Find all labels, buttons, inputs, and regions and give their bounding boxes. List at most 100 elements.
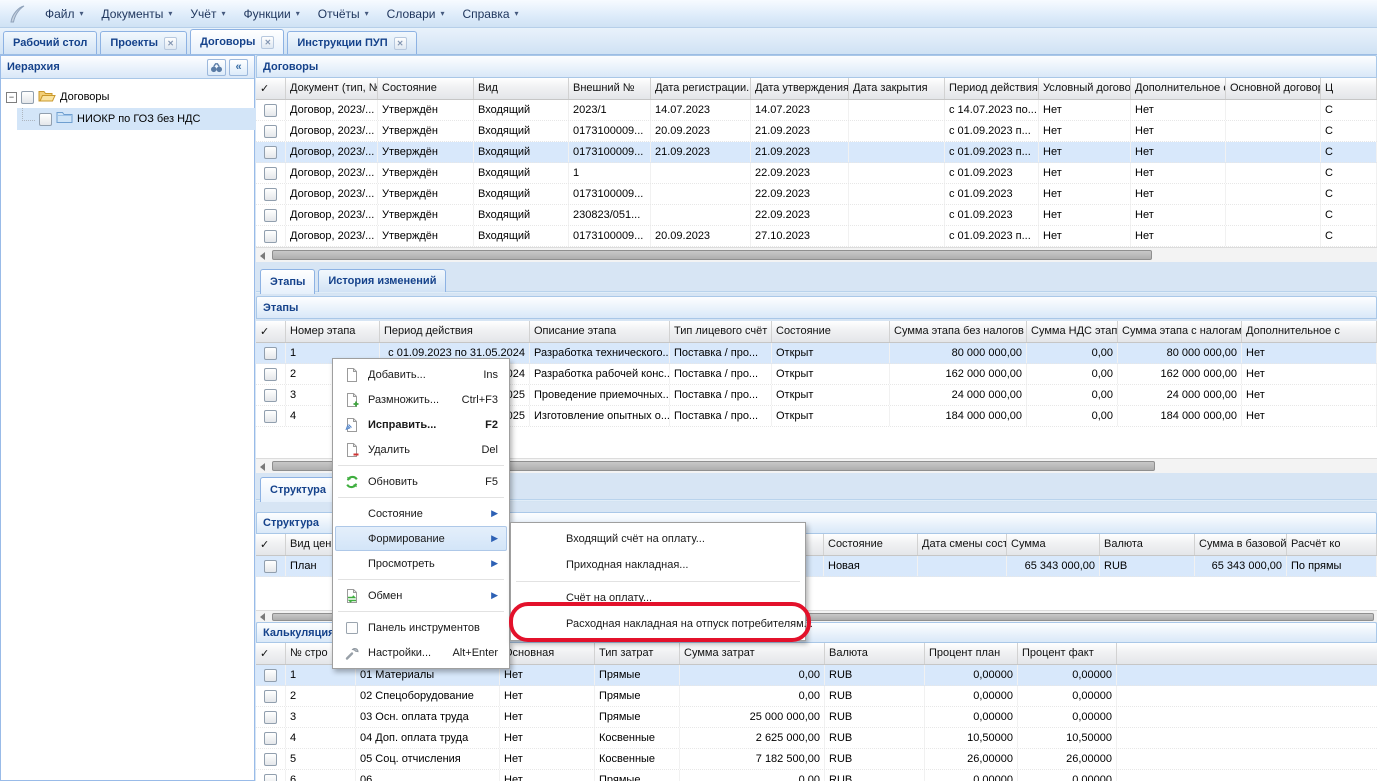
context-menu-item-9[interactable]: Просмотреть▶ xyxy=(335,551,507,576)
table-row[interactable]: Договор, 2023/...УтверждёнВходящий017310… xyxy=(256,184,1377,205)
search-button[interactable] xyxy=(207,59,226,76)
row-checkbox[interactable] xyxy=(264,104,277,117)
column-header[interactable]: ✓ xyxy=(256,643,286,664)
column-header[interactable]: Дата закрытия xyxy=(849,78,945,99)
column-header[interactable]: Сумма этапа без налогов xyxy=(890,321,1027,342)
row-checkbox[interactable] xyxy=(264,753,277,766)
table-row[interactable]: 505 Соц. отчисленияНетКосвенные7 182 500… xyxy=(256,749,1377,770)
column-header[interactable]: Тип затрат xyxy=(595,643,680,664)
tab-2[interactable]: Договоры✕ xyxy=(190,29,284,54)
column-header[interactable]: Дата регистрации. xyxy=(651,78,751,99)
tab-0[interactable]: Рабочий стол xyxy=(3,31,97,54)
column-header[interactable]: Сумма НДС этапа xyxy=(1027,321,1118,342)
column-header[interactable]: Дата смены состоя xyxy=(918,534,1007,555)
table-row[interactable]: Договор, 2023/...УтверждёнВходящий017310… xyxy=(256,226,1377,247)
column-header[interactable]: Вид xyxy=(474,78,569,99)
contracts-hscrollbar[interactable] xyxy=(256,247,1377,262)
context-menu-item-1[interactable]: Размножить...Ctrl+F3 xyxy=(335,387,507,412)
column-header[interactable]: Внешний № xyxy=(569,78,651,99)
context-menu-item-8[interactable]: Формирование▶ xyxy=(335,526,507,551)
column-header[interactable]: Сумма затрат xyxy=(680,643,825,664)
column-header[interactable]: Тип лицевого счёт xyxy=(670,321,772,342)
column-header[interactable]: ✓ xyxy=(256,321,286,342)
close-icon[interactable]: ✕ xyxy=(164,37,177,50)
column-header[interactable]: Процент план xyxy=(925,643,1018,664)
scroll-left-icon[interactable] xyxy=(260,463,265,471)
column-header[interactable]: Сумма в базовой в xyxy=(1195,534,1287,555)
column-header[interactable]: Дата утверждения xyxy=(751,78,849,99)
node-checkbox[interactable] xyxy=(21,91,34,104)
column-header[interactable]: Описание этапа xyxy=(530,321,670,342)
table-row[interactable]: 404 Доп. оплата трудаНетКосвенные2 625 0… xyxy=(256,728,1377,749)
column-header[interactable]: Номер этапа xyxy=(286,321,380,342)
context-menu-item-7[interactable]: Состояние▶ xyxy=(335,501,507,526)
row-checkbox[interactable] xyxy=(264,209,277,222)
column-header[interactable]: Состояние xyxy=(824,534,918,555)
submenu-item-0[interactable]: Входящий счёт на оплату... xyxy=(513,526,803,552)
column-header[interactable]: Расчёт ко xyxy=(1287,534,1377,555)
table-row[interactable]: 202 СпецоборудованиеНетПрямые0,00RUB0,00… xyxy=(256,686,1377,707)
menu-item-6[interactable]: Справка▾ xyxy=(453,2,527,26)
column-header[interactable]: Условный договор xyxy=(1039,78,1131,99)
tree-node-child[interactable]: НИОКР по ГОЗ без НДС xyxy=(17,108,256,130)
row-checkbox[interactable] xyxy=(264,167,277,180)
column-header[interactable]: Период действия xyxy=(380,321,530,342)
collapse-node-icon[interactable]: − xyxy=(6,92,17,103)
row-checkbox[interactable] xyxy=(264,230,277,243)
menu-item-2[interactable]: Учёт▾ xyxy=(181,2,234,26)
column-header[interactable]: Сумма этапа с налогами xyxy=(1118,321,1242,342)
column-header[interactable]: Сумма xyxy=(1007,534,1100,555)
column-header[interactable]: Состояние xyxy=(378,78,474,99)
context-menu-item-0[interactable]: Добавить...Ins xyxy=(335,362,507,387)
column-header[interactable]: Валюта xyxy=(825,643,925,664)
tree-node-root[interactable]: − Договоры xyxy=(1,86,254,108)
row-checkbox[interactable] xyxy=(264,774,277,781)
tab-structure[interactable]: Структура xyxy=(260,477,336,502)
menu-item-0[interactable]: Файл▾ xyxy=(36,2,93,26)
row-checkbox[interactable] xyxy=(264,669,277,682)
table-row[interactable]: Договор, 2023/...УтверждёнВходящий017310… xyxy=(256,121,1377,142)
column-header[interactable]: ✓ xyxy=(256,534,286,555)
table-row[interactable]: Договор, 2023/...УтверждёнВходящий017310… xyxy=(256,142,1377,163)
context-menu-item-5[interactable]: ОбновитьF5 xyxy=(335,469,507,494)
close-icon[interactable]: ✕ xyxy=(261,36,274,49)
submenu-item-3[interactable]: Счёт на оплату... xyxy=(513,585,803,611)
column-header[interactable] xyxy=(1117,643,1377,664)
column-header[interactable]: Ц xyxy=(1321,78,1377,99)
column-header[interactable]: Основная xyxy=(500,643,595,664)
row-checkbox[interactable] xyxy=(264,389,277,402)
menu-item-4[interactable]: Отчёты▾ xyxy=(309,2,378,26)
menu-item-3[interactable]: Функции▾ xyxy=(234,2,308,26)
tab-0[interactable]: Этапы xyxy=(260,269,315,294)
table-row[interactable]: Договор, 2023/...УтверждёнВходящий2023/1… xyxy=(256,100,1377,121)
row-checkbox[interactable] xyxy=(264,732,277,745)
submenu-item-4[interactable]: Расходная накладная на отпуск потребител… xyxy=(513,611,803,637)
context-menu-item-14[interactable]: Настройки...Alt+Enter xyxy=(335,640,507,665)
table-row[interactable]: Договор, 2023/...УтверждёнВходящий230823… xyxy=(256,205,1377,226)
row-checkbox[interactable] xyxy=(264,347,277,360)
row-checkbox[interactable] xyxy=(264,188,277,201)
table-row[interactable]: 606 ...НетПрямые0,00RUB0,000000,00000 xyxy=(256,770,1377,781)
tab-1[interactable]: Проекты✕ xyxy=(100,31,187,54)
column-header[interactable]: Основной договор xyxy=(1226,78,1321,99)
row-checkbox[interactable] xyxy=(264,711,277,724)
column-header[interactable]: Состояние xyxy=(772,321,890,342)
context-menu-item-11[interactable]: Обмен▶ xyxy=(335,583,507,608)
column-header[interactable]: Дополнительное с xyxy=(1242,321,1377,342)
row-checkbox[interactable] xyxy=(264,410,277,423)
row-checkbox[interactable] xyxy=(264,690,277,703)
submenu-item-1[interactable]: Приходная накладная... xyxy=(513,552,803,578)
scrollbar-thumb[interactable] xyxy=(272,250,1152,260)
table-row[interactable]: Договор, 2023/...УтверждёнВходящий122.09… xyxy=(256,163,1377,184)
tab-1[interactable]: История изменений xyxy=(318,269,446,292)
menu-item-5[interactable]: Словари▾ xyxy=(378,2,454,26)
column-header[interactable]: Валюта xyxy=(1100,534,1195,555)
column-header[interactable]: Период действия.. xyxy=(945,78,1039,99)
column-header[interactable]: ✓ xyxy=(256,78,286,99)
column-header[interactable]: Процент факт xyxy=(1018,643,1117,664)
column-header[interactable]: Дополнительное с xyxy=(1131,78,1226,99)
row-checkbox[interactable] xyxy=(264,368,277,381)
row-checkbox[interactable] xyxy=(264,560,277,573)
context-menu-item-2[interactable]: Исправить...F2 xyxy=(335,412,507,437)
close-icon[interactable]: ✕ xyxy=(394,37,407,50)
